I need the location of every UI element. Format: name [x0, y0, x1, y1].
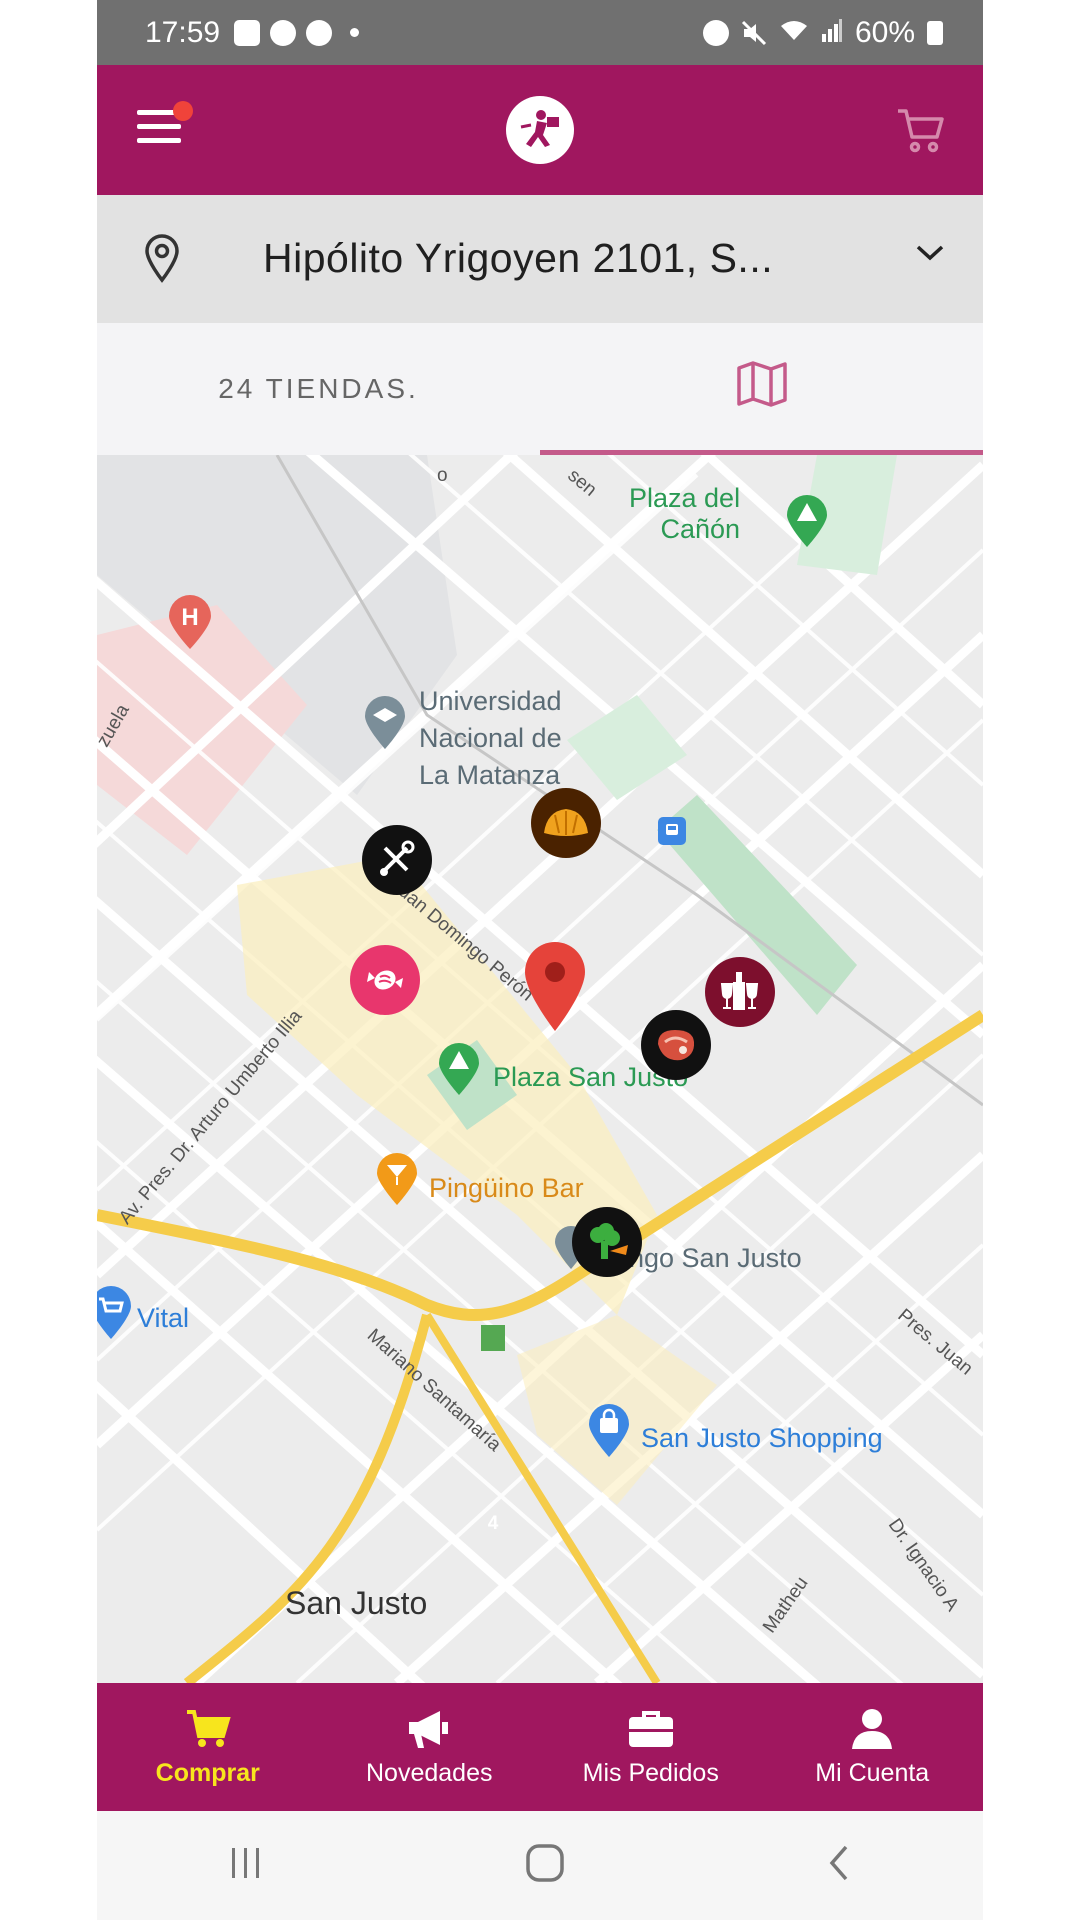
chevron-down-icon[interactable] — [915, 243, 945, 268]
runner-logo-icon[interactable] — [506, 96, 574, 164]
menu-notification-badge — [173, 101, 193, 121]
store-marker-hardware[interactable] — [362, 825, 432, 895]
store-marker-butcher[interactable] — [641, 1010, 711, 1080]
status-bar: 17:59 60% — [97, 0, 983, 65]
current-location-pin-icon[interactable] — [522, 941, 588, 1038]
store-marker-bakery[interactable] — [531, 788, 601, 858]
system-nav-bar — [97, 1811, 983, 1920]
notification-dot-icon — [350, 28, 360, 37]
cart-icon[interactable] — [895, 105, 945, 155]
nav-label: Mi Cuenta — [815, 1758, 930, 1787]
briefcase-icon — [627, 1707, 675, 1751]
street-label: o — [437, 465, 448, 486]
phone-screen: 17:59 60% Hipólito Yrigoyen 2101, S... 2… — [97, 0, 983, 1920]
recent-apps-icon[interactable] — [226, 1845, 266, 1886]
address-text: Hipólito Yrigoyen 2101, S... — [263, 235, 774, 281]
tab-map[interactable] — [540, 323, 983, 455]
user-icon — [850, 1707, 894, 1751]
megaphone-icon — [406, 1707, 452, 1751]
svg-text:H: H — [181, 604, 198, 631]
map-label-san-justo: San Justo — [285, 1585, 428, 1621]
browser-icon — [306, 19, 333, 46]
battery-percent: 60% — [854, 15, 915, 49]
home-icon[interactable] — [524, 1842, 566, 1889]
globe-icon — [270, 19, 297, 46]
address-selector[interactable]: Hipólito Yrigoyen 2101, S... — [97, 195, 983, 323]
store-marker-wine[interactable] — [705, 957, 775, 1027]
map-label-pinguino-bar: Pingüino Bar — [429, 1173, 584, 1203]
nav-label: Comprar — [155, 1758, 260, 1787]
wifi-icon — [779, 16, 809, 50]
university-icon — [363, 695, 407, 756]
mute-icon — [741, 20, 767, 46]
store-marker-greengrocer[interactable] — [572, 1207, 642, 1277]
battery-icon — [927, 20, 943, 45]
map-label-domingo: ingo San Justo — [623, 1243, 802, 1273]
cart-icon — [185, 1707, 231, 1751]
metro-icon — [658, 817, 686, 845]
tab-store-list-label: 24 TIENDAS. — [218, 373, 419, 404]
nav-label: Novedades — [366, 1758, 493, 1787]
signal-icon — [821, 16, 843, 50]
map-label-shopping: San Justo Shopping — [641, 1423, 883, 1453]
nav-novedades[interactable]: Novedades — [319, 1683, 541, 1811]
status-time: 17:59 — [145, 15, 221, 49]
tab-store-list[interactable]: 24 TIENDAS. — [97, 323, 540, 455]
store-marker-candy[interactable] — [350, 945, 420, 1015]
map-label-vital: Vital — [137, 1303, 190, 1333]
nav-label: Mis Pedidos — [582, 1758, 719, 1787]
view-tabs: 24 TIENDAS. — [97, 323, 983, 455]
nav-mi-cuenta[interactable]: Mi Cuenta — [762, 1683, 984, 1811]
location-pin-icon — [143, 233, 181, 288]
hospital-icon: H — [167, 595, 213, 656]
park-icon — [785, 495, 829, 554]
store-map[interactable]: Plaza del Cañón H Universidad Nacional d… — [97, 455, 983, 1683]
route-shield: 4 — [487, 1513, 499, 1534]
gallery-icon — [234, 19, 261, 46]
app-header — [97, 65, 983, 195]
alarm-icon — [702, 19, 729, 46]
shopping-bag-icon — [587, 1403, 631, 1464]
bottom-nav: Comprar Novedades Mis Pedidos Mi Cuenta — [97, 1683, 983, 1811]
back-icon[interactable] — [824, 1843, 854, 1888]
bar-icon — [375, 1153, 419, 1212]
map-label-universidad: Universidad Nacional de La Matanza — [419, 686, 562, 790]
shopping-cart-place-icon — [97, 1285, 133, 1346]
park-icon — [437, 1043, 481, 1102]
map-icon — [736, 360, 788, 413]
nav-mis-pedidos[interactable]: Mis Pedidos — [540, 1683, 762, 1811]
map-label-plaza-canon: Plaza del Cañón — [629, 483, 741, 544]
nav-comprar[interactable]: Comprar — [97, 1683, 319, 1811]
